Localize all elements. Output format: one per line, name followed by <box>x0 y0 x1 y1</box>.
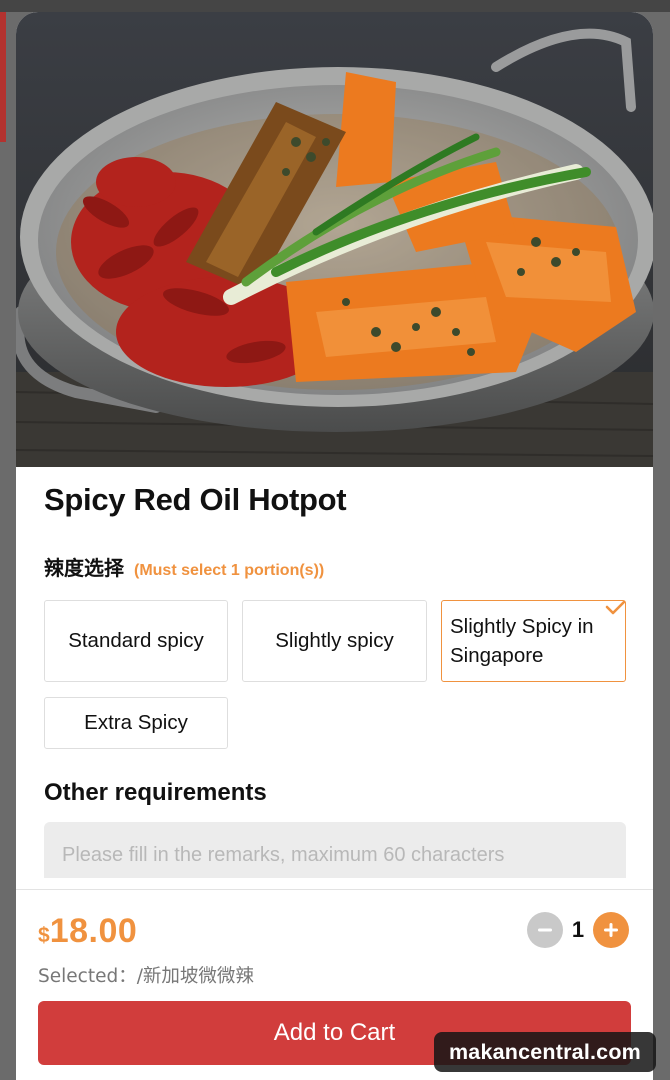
remarks-input[interactable] <box>44 822 626 878</box>
spice-option-label: Extra Spicy <box>84 711 188 734</box>
spice-option-slightly-spicy-singapore[interactable]: Slightly Spicy in Singapore <box>441 600 626 682</box>
spice-option-extra-spicy[interactable]: Extra Spicy <box>44 697 228 749</box>
plus-circle-icon[interactable] <box>593 912 629 948</box>
spice-option-label: Slightly Spicy in Singapore <box>450 615 594 667</box>
currency-symbol: $ <box>38 924 50 947</box>
watermark: makancentral.com <box>434 1032 656 1072</box>
quantity-stepper: 1 <box>527 912 629 948</box>
check-corner-icon <box>599 599 627 621</box>
required-hint: (Must select 1 portion(s)) <box>134 562 325 579</box>
minus-circle-icon[interactable] <box>527 912 563 948</box>
spice-option-standard[interactable]: Standard spicy <box>44 600 228 682</box>
spice-section-header: 辣度选择 (Must select 1 portion(s)) <box>44 552 324 581</box>
spice-option-slightly-spicy[interactable]: Slightly spicy <box>242 600 427 682</box>
selected-summary: Selected：/新加坡微微辣 <box>38 966 254 987</box>
top-strip <box>0 0 670 12</box>
quantity-value: 1 <box>571 917 585 942</box>
price-amount: 18.00 <box>49 912 138 950</box>
spice-section-label: 辣度选择 <box>44 556 124 580</box>
product-title: Spicy Red Oil Hotpot <box>44 482 347 517</box>
product-image <box>16 12 653 467</box>
price: $18.00 <box>38 912 137 951</box>
spice-option-label: Standard spicy <box>68 629 204 652</box>
spice-option-label: Slightly spicy <box>275 629 394 652</box>
background-accent <box>0 12 6 142</box>
product-modal: Spicy Red Oil Hotpot 辣度选择 (Must select 1… <box>16 12 653 1080</box>
other-requirements-title: Other requirements <box>44 779 267 806</box>
